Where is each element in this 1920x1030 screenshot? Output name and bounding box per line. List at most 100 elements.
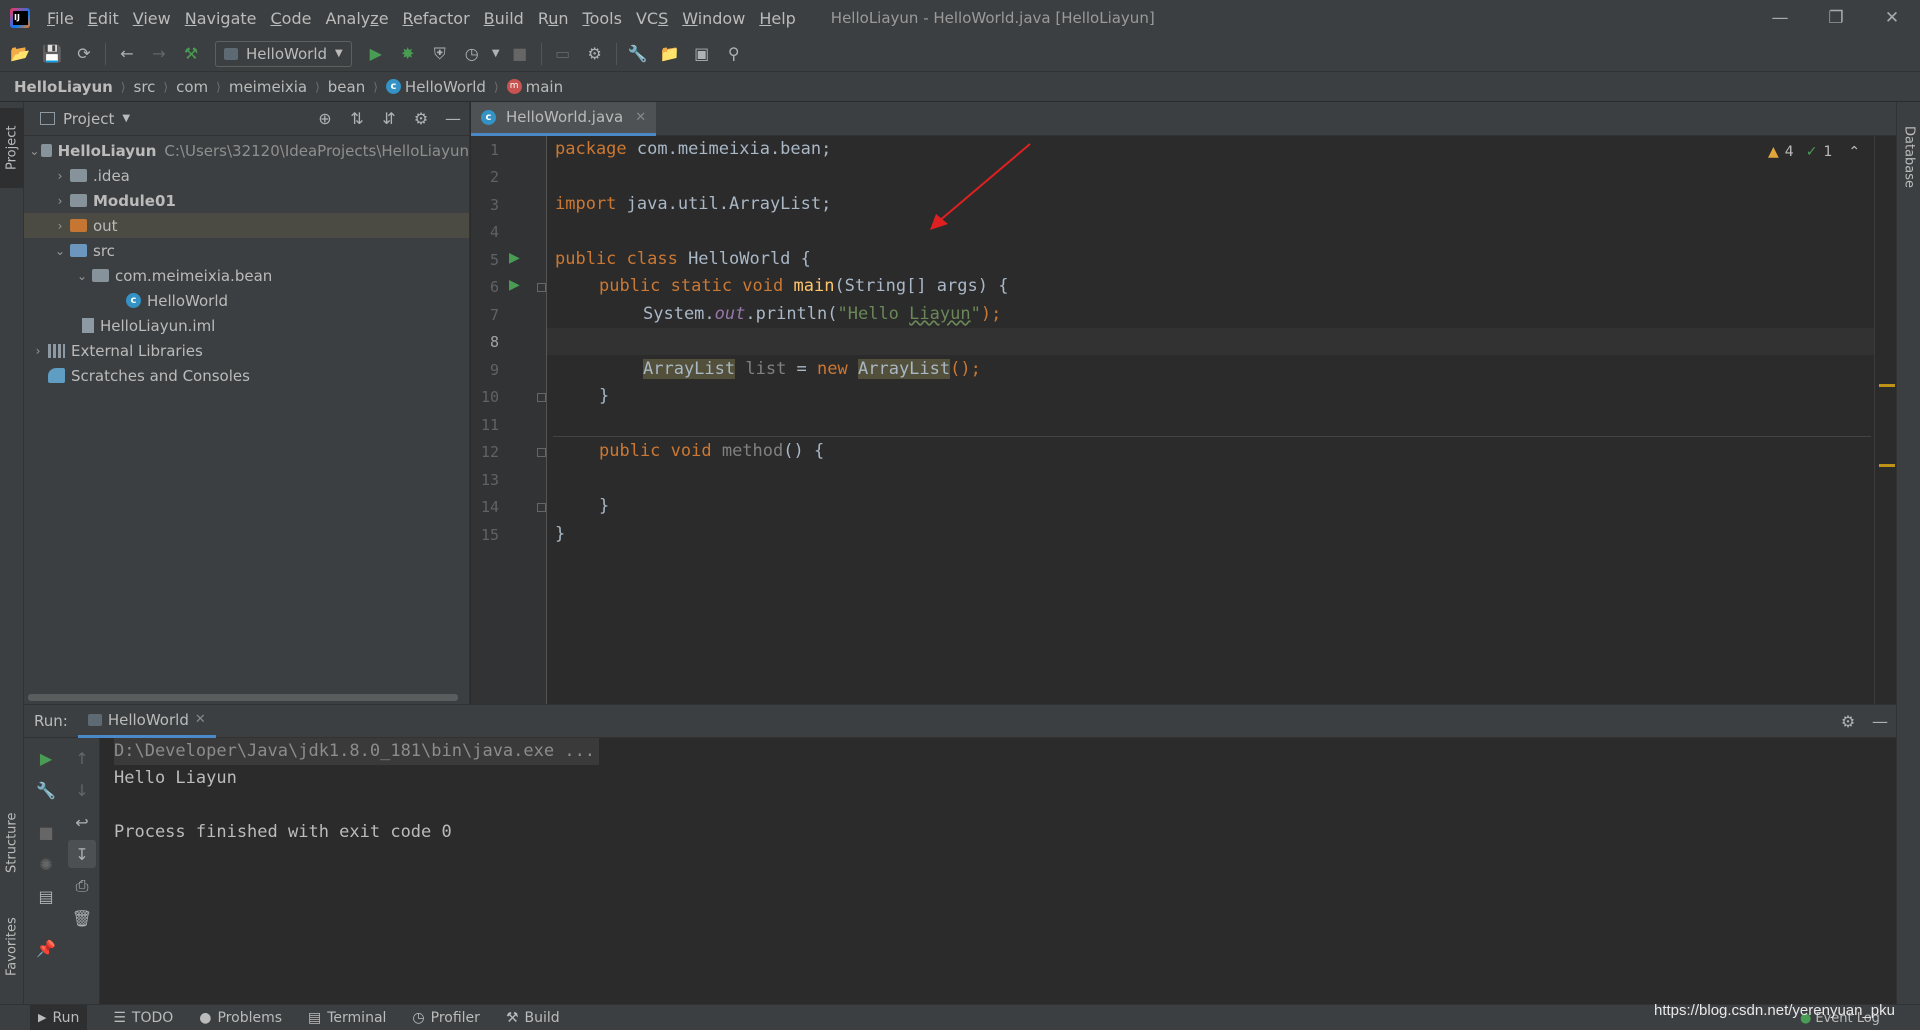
sync-icon[interactable]: ⟳ (68, 36, 100, 72)
menu-vcs[interactable]: VCS (629, 9, 675, 28)
menu-file[interactable]: File (40, 9, 81, 28)
menu-edit[interactable]: Edit (81, 9, 126, 28)
project-structure-icon[interactable]: 📁 (654, 36, 686, 72)
menu-view[interactable]: View (126, 9, 178, 28)
menu-build[interactable]: Build (477, 9, 531, 28)
console-output[interactable]: D:\Developer\Java\jdk1.8.0_181\bin\java.… (100, 738, 1896, 1004)
fold-marker-icon[interactable] (537, 503, 546, 512)
tab-helloworld-java[interactable]: c HelloWorld.java ✕ (471, 101, 657, 136)
menu-window[interactable]: Window (675, 9, 752, 28)
breadcrumb-bean[interactable]: bean (328, 78, 365, 96)
fold-marker-icon[interactable] (537, 448, 546, 457)
chevron-down-icon[interactable]: ▼ (122, 113, 130, 124)
tree-item-module01[interactable]: › Module01 (24, 188, 469, 213)
debug-bug-icon[interactable]: ✸ (392, 36, 424, 72)
tree-item-scratches[interactable]: Scratches and Consoles (24, 363, 469, 388)
breadcrumb-com[interactable]: com (176, 78, 208, 96)
open-folder-icon[interactable]: 📂 (4, 36, 36, 72)
project-view-select[interactable]: Project (63, 110, 114, 128)
menu-run[interactable]: Run (531, 9, 576, 28)
sdk-manager-icon[interactable]: ⚙ (579, 36, 611, 72)
settings-wrench-icon[interactable]: 🔧 (622, 36, 654, 72)
chevron-right-icon[interactable]: › (28, 344, 48, 358)
search-icon[interactable]: ⚲ (718, 36, 750, 72)
restore-icon[interactable]: ❐ (1808, 0, 1864, 36)
tree-item-out[interactable]: › out (24, 213, 469, 238)
down-arrow-icon[interactable]: ↓ (68, 776, 96, 804)
wrench-icon[interactable]: 🔧 (32, 776, 60, 804)
collapse-all-icon[interactable]: ⇵ (373, 102, 405, 136)
back-arrow-icon[interactable]: ← (111, 36, 143, 72)
breadcrumb-class[interactable]: HelloWorld (405, 78, 486, 96)
save-icon[interactable]: 💾 (36, 36, 68, 72)
toolwindow-run[interactable]: ▶ Run (30, 1004, 88, 1030)
stop-icon[interactable]: ■ (504, 36, 536, 72)
rerun-icon[interactable]: ▶ (32, 744, 60, 772)
run-tab-helloworld[interactable]: HelloWorld ✕ (77, 705, 216, 738)
layout-icon[interactable]: ▤ (32, 882, 60, 910)
inspection-widget[interactable]: ▲ 4 ✓ 1 ⌃ ⌄ (1768, 144, 1888, 160)
toolwindow-problems[interactable]: ● Problems (199, 1010, 282, 1026)
chevron-right-icon[interactable]: › (50, 194, 70, 208)
toolwindow-profiler[interactable]: ◷ Profiler (412, 1010, 480, 1026)
tree-item-package[interactable]: ⌄ com.meimeixia.bean (24, 263, 469, 288)
coverage-icon[interactable]: ⛨ (424, 36, 456, 72)
terminal-window-icon[interactable]: ▣ (686, 36, 718, 72)
pin-icon[interactable]: 📌 (32, 934, 60, 962)
warning-marker[interactable] (1879, 384, 1895, 387)
trash-icon[interactable]: 🗑 (68, 904, 96, 932)
breadcrumb-project[interactable]: HelloLiayun (14, 78, 113, 96)
menu-analyze[interactable]: Analyze (318, 9, 395, 28)
menu-code[interactable]: Code (264, 9, 319, 28)
run-main-gutter-icon[interactable]: ▶ (509, 277, 520, 293)
warning-marker[interactable] (1879, 464, 1895, 467)
menu-tools[interactable]: Tools (576, 9, 629, 28)
up-arrow-icon[interactable]: ↑ (68, 744, 96, 772)
close-tab-icon[interactable]: ✕ (195, 712, 206, 727)
project-tool-tab[interactable]: Project (0, 108, 24, 188)
database-tool-tab[interactable]: Database (1897, 112, 1920, 202)
tree-item-helloworld[interactable]: c HelloWorld (24, 288, 469, 313)
toolwindow-todo[interactable]: ☰ TODO (113, 1010, 173, 1026)
dump-threads-icon[interactable]: ✺ (32, 850, 60, 878)
scroll-to-end-icon[interactable]: ↧ (68, 840, 96, 868)
editor-error-stripe[interactable] (1874, 136, 1896, 704)
menu-help[interactable]: Help (752, 9, 802, 28)
fold-marker-icon[interactable] (537, 283, 546, 292)
tree-item-project-root[interactable]: ⌄ HelloLiayun C:\Users\32120\IdeaProject… (24, 138, 469, 163)
minimize-icon[interactable]: — (1752, 0, 1808, 36)
tree-item-idea[interactable]: › .idea (24, 163, 469, 188)
favorites-tool-tab[interactable]: Favorites (0, 902, 24, 992)
project-horizontal-scrollbar[interactable] (28, 694, 458, 701)
stop-icon[interactable]: ■ (32, 818, 60, 846)
fold-marker-icon[interactable] (537, 393, 546, 402)
build-hammer-icon[interactable]: ⚒ (175, 36, 207, 72)
chevron-down-icon[interactable]: ⌄ (28, 144, 41, 158)
breadcrumb-src[interactable]: src (134, 78, 156, 96)
hide-panel-icon[interactable]: — (437, 102, 469, 136)
close-tab-icon[interactable]: ✕ (635, 110, 646, 125)
tree-item-external-libraries[interactable]: › External Libraries (24, 338, 469, 363)
gear-icon[interactable]: ⚙ (1832, 704, 1864, 738)
forward-arrow-icon[interactable]: → (143, 36, 175, 72)
run-config-select[interactable]: HelloWorld ▼ (215, 40, 352, 67)
profile-icon[interactable]: ◷ (456, 36, 488, 72)
chevron-down-icon[interactable]: ⌄ (72, 269, 92, 283)
toolwindow-build[interactable]: ⚒ Build (506, 1010, 560, 1026)
chevron-right-icon[interactable]: › (50, 169, 70, 183)
run-class-gutter-icon[interactable]: ▶ (509, 250, 520, 266)
breadcrumb-method[interactable]: main (526, 78, 563, 96)
more-run-dropdown-icon[interactable]: ▼ (488, 36, 504, 72)
breadcrumb-meimeixia[interactable]: meimeixia (229, 78, 307, 96)
menu-refactor[interactable]: Refactor (396, 9, 477, 28)
run-icon[interactable]: ▶ (360, 36, 392, 72)
soft-wrap-icon[interactable]: ↩ (68, 808, 96, 836)
menu-navigate[interactable]: Navigate (178, 9, 264, 28)
gear-icon[interactable]: ⚙ (405, 102, 437, 136)
structure-tool-tab[interactable]: Structure (0, 798, 24, 888)
chevron-right-icon[interactable]: › (50, 219, 70, 233)
code-editor[interactable]: package com.meimeixia.bean; import java.… (547, 136, 1874, 704)
expand-all-icon[interactable]: ⇅ (341, 102, 373, 136)
previous-highlight-icon[interactable]: ⌃ (1848, 144, 1860, 160)
locate-target-icon[interactable]: ⊕ (309, 102, 341, 136)
